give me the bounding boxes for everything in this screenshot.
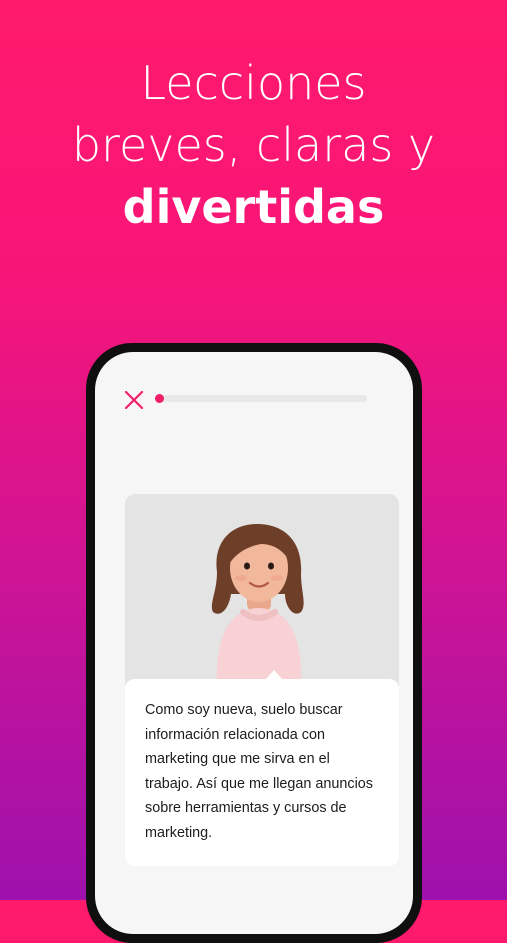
headline-line-1: Lecciones bbox=[140, 56, 367, 110]
lesson-progress-fill bbox=[155, 394, 164, 403]
headline-line-2: breves, claras y bbox=[71, 118, 436, 172]
speech-bubble-tail bbox=[265, 670, 283, 680]
headline: Lecciones breves, claras y divertidas bbox=[0, 52, 507, 238]
phone-frame: Como soy nueva, suelo buscar información… bbox=[86, 343, 422, 943]
phone-screen: Como soy nueva, suelo buscar información… bbox=[95, 352, 413, 934]
headline-line-3: divertidas bbox=[122, 180, 385, 234]
avatar-illustration bbox=[125, 494, 399, 694]
speech-text: Como soy nueva, suelo buscar información… bbox=[145, 702, 374, 841]
lesson-progress-bar bbox=[155, 394, 367, 403]
speech-bubble: Como soy nueva, suelo buscar información… bbox=[125, 670, 399, 866]
close-icon[interactable] bbox=[122, 388, 146, 412]
